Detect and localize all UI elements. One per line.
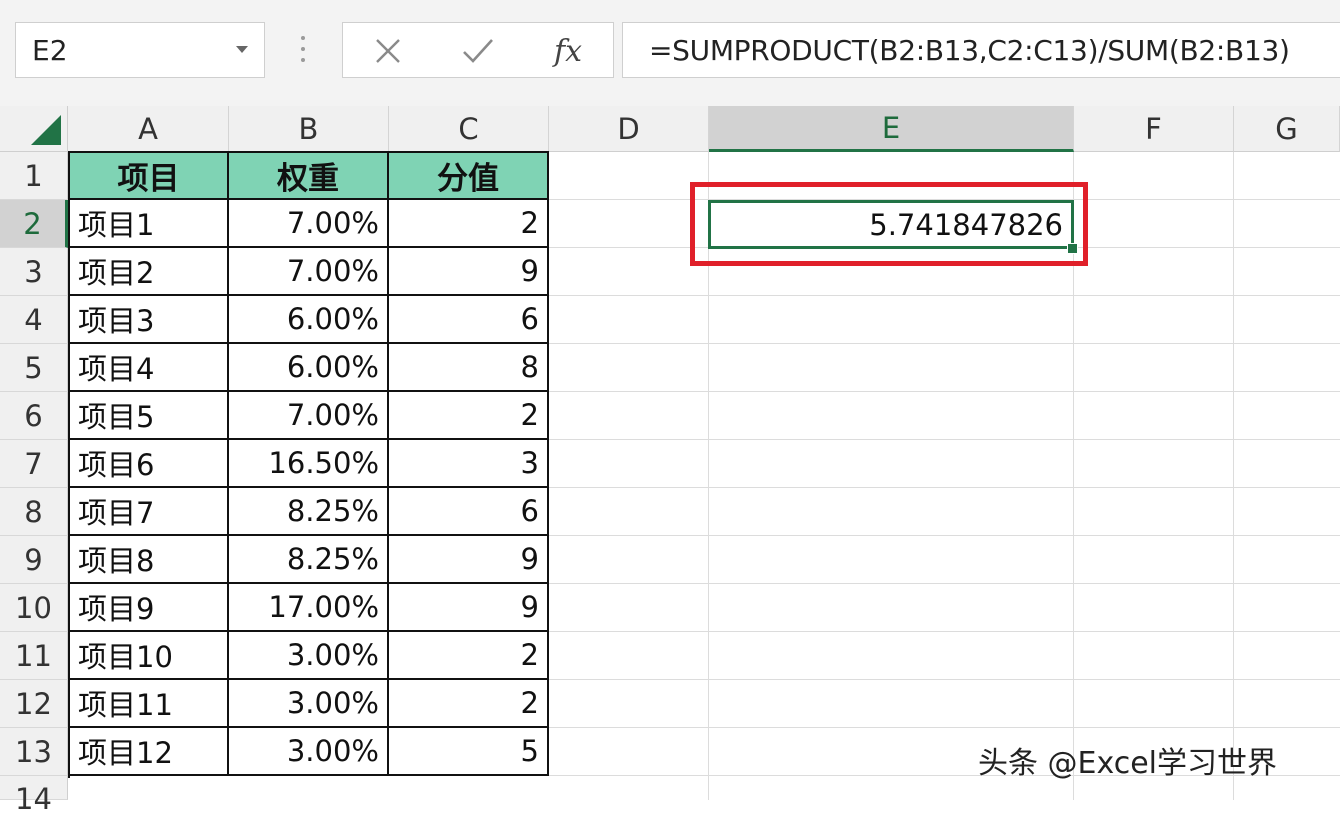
cell-weight[interactable]: 7.00% (229, 200, 389, 248)
row-header-13[interactable]: 13 (0, 728, 68, 776)
close-icon[interactable] (353, 23, 423, 79)
row-header-14[interactable]: 14 (0, 776, 68, 816)
chevron-down-icon[interactable] (236, 46, 248, 53)
watermark: 头条 @Excel学习世界 (978, 746, 1278, 781)
formula-bar: E2 fx =SUMPRODUCT(B2:B13,C2:C13)/SUM(B2:… (0, 0, 1340, 106)
cell-item[interactable]: 项目4 (70, 344, 229, 392)
row-header-9[interactable]: 9 (0, 536, 68, 584)
cell-weight[interactable]: 16.50% (229, 440, 389, 488)
cell-weight[interactable]: 8.25% (229, 536, 389, 584)
cell-weight[interactable]: 7.00% (229, 248, 389, 296)
row-header-14-label: 14 (15, 782, 52, 816)
row-header-11[interactable]: 11 (0, 632, 68, 680)
cell-score[interactable]: 3 (389, 440, 549, 488)
cell-weight[interactable]: 7.00% (229, 392, 389, 440)
cell-weight[interactable]: 3.00% (229, 680, 389, 728)
function-icon[interactable]: fx (533, 23, 603, 79)
column-header-e[interactable]: E (709, 106, 1074, 152)
result-value: 5.741847826 (869, 207, 1063, 242)
cell-weight[interactable]: 17.00% (229, 584, 389, 632)
cell-item[interactable]: 项目3 (70, 296, 229, 344)
row-header-4[interactable]: 4 (0, 296, 68, 344)
row-header-1[interactable]: 1 (0, 152, 68, 200)
cell-item[interactable]: 项目10 (70, 632, 229, 680)
row-header-6[interactable]: 6 (0, 392, 68, 440)
cell-item[interactable]: 项目6 (70, 440, 229, 488)
cell-score[interactable]: 9 (389, 536, 549, 584)
cell-weight[interactable]: 8.25% (229, 488, 389, 536)
cell-score[interactable]: 6 (389, 296, 549, 344)
row-header-5[interactable]: 5 (0, 344, 68, 392)
cell-score[interactable]: 2 (389, 632, 549, 680)
column-header-d[interactable]: D (549, 106, 709, 152)
table-header-item[interactable]: 项目 (70, 153, 229, 200)
fill-handle[interactable] (1067, 243, 1078, 254)
cell-score[interactable]: 6 (389, 488, 549, 536)
drag-handle-icon[interactable] (300, 36, 306, 66)
cell-weight[interactable]: 6.00% (229, 344, 389, 392)
cell-score[interactable]: 9 (389, 248, 549, 296)
cell-score[interactable]: 2 (389, 680, 549, 728)
cell-score[interactable]: 2 (389, 200, 549, 248)
check-icon[interactable] (443, 23, 513, 79)
cell-score[interactable]: 9 (389, 584, 549, 632)
cell-weight[interactable]: 3.00% (229, 632, 389, 680)
column-header-g[interactable]: G (1234, 106, 1340, 152)
name-box-value[interactable]: E2 (32, 34, 68, 67)
name-box[interactable]: E2 (15, 22, 265, 78)
cell-item[interactable]: 项目2 (70, 248, 229, 296)
cell-item[interactable]: 项目9 (70, 584, 229, 632)
row-header-3[interactable]: 3 (0, 248, 68, 296)
row-header-2[interactable]: 2 (0, 200, 68, 248)
cell-score[interactable]: 8 (389, 344, 549, 392)
table-header-weight[interactable]: 权重 (229, 153, 389, 200)
row-header-10[interactable]: 10 (0, 584, 68, 632)
cell-item[interactable]: 项目11 (70, 680, 229, 728)
row-header-12[interactable]: 12 (0, 680, 68, 728)
select-all-button[interactable] (0, 106, 68, 152)
column-header-a[interactable]: A (68, 106, 229, 152)
function-label[interactable]: fx (554, 34, 582, 69)
formula-text[interactable]: =SUMPRODUCT(B2:B13,C2:C13)/SUM(B2:B13) (649, 34, 1290, 67)
column-header-f[interactable]: F (1074, 106, 1234, 152)
cell-score[interactable]: 5 (389, 728, 549, 776)
row-header-7[interactable]: 7 (0, 440, 68, 488)
cell-item[interactable]: 项目5 (70, 392, 229, 440)
column-header-c[interactable]: C (389, 106, 549, 152)
formula-input[interactable]: =SUMPRODUCT(B2:B13,C2:C13)/SUM(B2:B13) (622, 22, 1340, 78)
cell-item[interactable]: 项目12 (70, 728, 229, 776)
row-header-8[interactable]: 8 (0, 488, 68, 536)
result-cell[interactable]: 5.741847826 (708, 200, 1074, 249)
table-header-score[interactable]: 分值 (389, 153, 549, 200)
cell-score[interactable]: 2 (389, 392, 549, 440)
cell-item[interactable]: 项目7 (70, 488, 229, 536)
cell-weight[interactable]: 6.00% (229, 296, 389, 344)
cell-weight[interactable]: 3.00% (229, 728, 389, 776)
cell-item[interactable]: 项目8 (70, 536, 229, 584)
formula-buttons: fx (342, 22, 614, 78)
column-header-b[interactable]: B (229, 106, 389, 152)
cell-item[interactable]: 项目1 (70, 200, 229, 248)
